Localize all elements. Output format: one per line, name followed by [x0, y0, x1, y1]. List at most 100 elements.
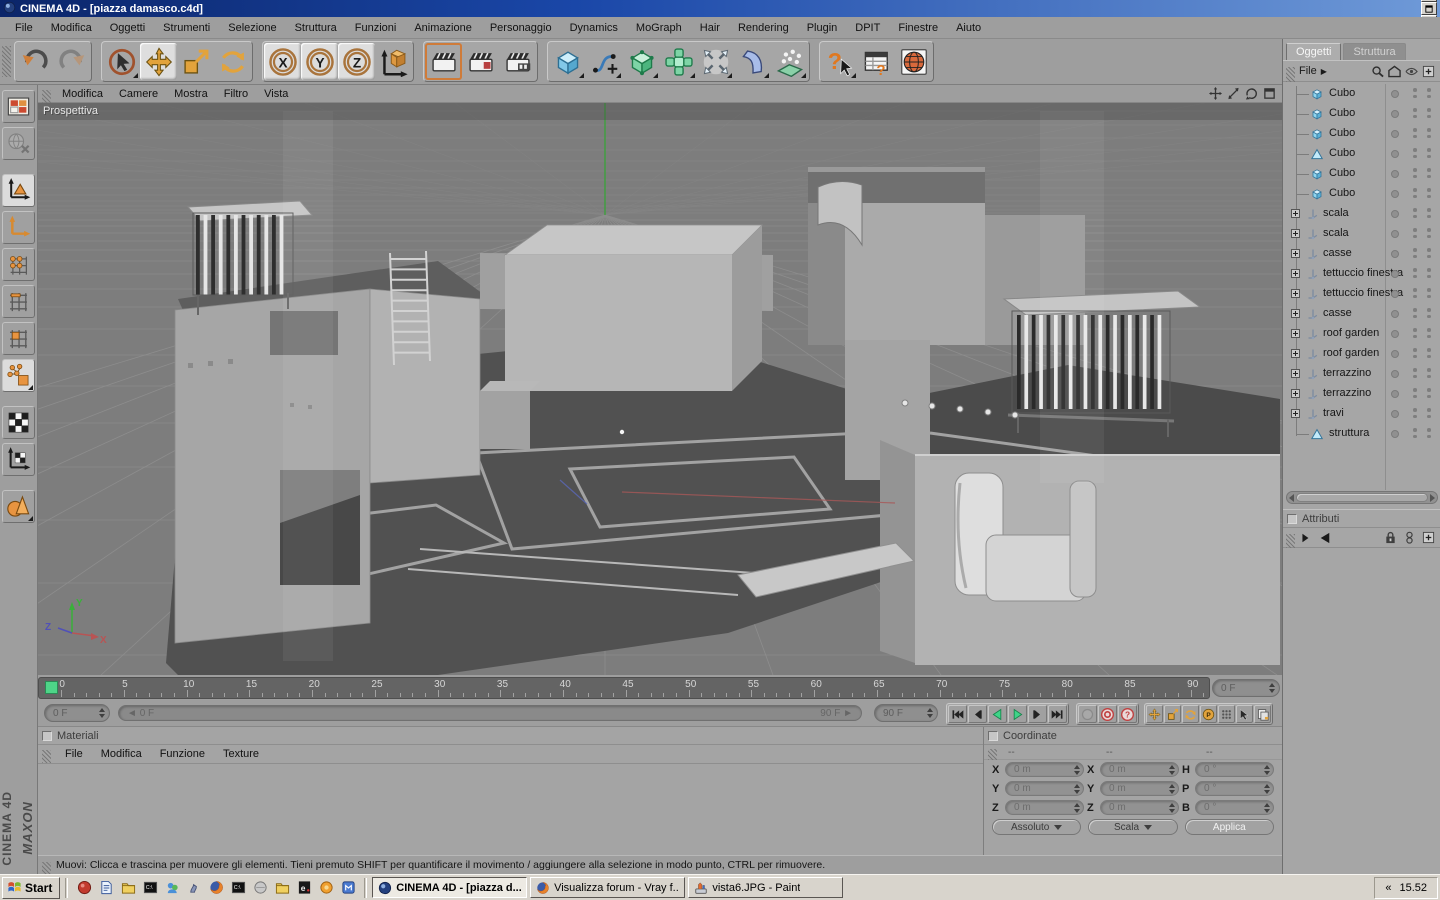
visibility-toggles[interactable]	[1413, 88, 1417, 101]
object-name[interactable]: travi	[1323, 407, 1344, 419]
expand-toggle[interactable]	[1291, 249, 1300, 261]
visibility-toggles[interactable]	[1413, 428, 1417, 441]
materials-menu-funzione[interactable]: Funzione	[151, 745, 214, 763]
menu-dpit[interactable]: DPIT	[846, 19, 889, 37]
menu-finestre[interactable]: Finestre	[889, 19, 947, 37]
coord-field[interactable]: 0 m	[1005, 762, 1084, 777]
quicklaunch-blue-app[interactable]	[337, 878, 359, 898]
timeline-playhead[interactable]	[45, 681, 58, 694]
key-scale-button[interactable]	[1164, 705, 1181, 723]
object-row[interactable]: struttura	[1283, 424, 1440, 444]
object-row[interactable]: tettuccio finestra	[1283, 284, 1440, 304]
autokey-help-button[interactable]: ?	[1118, 705, 1137, 723]
expand-toggle[interactable]	[1291, 349, 1300, 361]
menu-dynamics[interactable]: Dynamics	[561, 19, 627, 37]
layer-dot[interactable]	[1391, 430, 1399, 438]
expand-toggle[interactable]	[1291, 229, 1300, 241]
position-mode-dropdown[interactable]: Assoluto	[992, 819, 1082, 835]
layer-dot[interactable]	[1391, 410, 1399, 418]
render-toggles[interactable]	[1427, 188, 1431, 201]
add-button[interactable]	[1422, 531, 1435, 544]
coord-field[interactable]: 0 m	[1100, 781, 1179, 796]
coord-field[interactable]: 0 °	[1195, 762, 1274, 777]
scrollbar-thumb[interactable]	[1296, 493, 1428, 502]
viewport-menu-vista[interactable]: Vista	[256, 86, 296, 102]
layer-dot[interactable]	[1391, 210, 1399, 218]
object-row[interactable]: Cubo	[1283, 184, 1440, 204]
layer-dot[interactable]	[1391, 90, 1399, 98]
range-end-handle[interactable]: 90 F ►	[820, 708, 853, 719]
viewport-menu-filtro[interactable]: Filtro	[216, 86, 256, 102]
pan-button[interactable]	[1209, 87, 1222, 100]
quicklaunch-terminal-2[interactable]: C:\	[227, 878, 249, 898]
object-name[interactable]: casse	[1323, 247, 1352, 259]
layer-dot[interactable]	[1391, 190, 1399, 198]
quicklaunch-gray-app[interactable]	[249, 878, 271, 898]
redo-button[interactable]	[53, 43, 90, 80]
object-name[interactable]: scala	[1323, 227, 1349, 239]
model-disabled-button[interactable]	[2, 127, 35, 160]
layer-dot[interactable]	[1391, 110, 1399, 118]
coord-field[interactable]: 0 m	[1005, 781, 1084, 796]
snap-button[interactable]	[2, 490, 35, 523]
visibility-toggles[interactable]	[1413, 368, 1417, 381]
quicklaunch-orange-app[interactable]	[315, 878, 337, 898]
current-frame-field[interactable]: 0 F	[1212, 679, 1280, 697]
viewport-menu-modifica[interactable]: Modifica	[54, 86, 111, 102]
render-picture-button[interactable]	[462, 43, 499, 80]
object-row[interactable]: roof garden	[1283, 344, 1440, 364]
coordinates-panel-checkbox[interactable]	[988, 730, 998, 741]
quicklaunch-messenger[interactable]	[161, 878, 183, 898]
render-toggles[interactable]	[1427, 328, 1431, 341]
coord-field[interactable]: 0 m	[1005, 800, 1084, 815]
render-toggles[interactable]	[1427, 308, 1431, 321]
render-toggles[interactable]	[1427, 268, 1431, 281]
object-name[interactable]: Cubo	[1329, 127, 1355, 139]
help-button[interactable]: ?	[821, 43, 858, 80]
autokey-record-button[interactable]	[1098, 705, 1117, 723]
scale-button[interactable]	[177, 43, 214, 80]
render-toggles[interactable]	[1427, 248, 1431, 261]
object-name[interactable]: scala	[1323, 207, 1349, 219]
object-row[interactable]: Cubo	[1283, 104, 1440, 124]
object-row[interactable]: scala	[1283, 204, 1440, 224]
maximize-view-button[interactable]	[1263, 87, 1276, 100]
key-position-button[interactable]	[1146, 705, 1163, 723]
materials-menu-file[interactable]: File	[56, 745, 92, 763]
render-settings-button[interactable]	[499, 43, 536, 80]
quicklaunch-folder[interactable]	[117, 878, 139, 898]
key-pla-button[interactable]	[1236, 705, 1253, 723]
start-button[interactable]: Start	[2, 876, 61, 899]
render-toggles[interactable]	[1427, 228, 1431, 241]
menu-file[interactable]: File	[6, 19, 42, 37]
object-axis-button[interactable]	[2, 211, 35, 244]
visibility-toggles[interactable]	[1413, 288, 1417, 301]
play-backward-button[interactable]	[988, 705, 1007, 723]
object-name[interactable]: struttura	[1329, 427, 1369, 439]
object-name[interactable]: Cubo	[1329, 147, 1355, 159]
attributes-panel-checkbox[interactable]	[1287, 513, 1297, 524]
render-toggles[interactable]	[1427, 288, 1431, 301]
ffd-button[interactable]	[697, 43, 734, 80]
timeline-ruler[interactable]: 0 5 10 15 20 25 30 35 40 45 50 55 60 65 70 75 80 85 90	[38, 677, 1210, 699]
range-start-handle[interactable]: ◄ 0 F	[127, 708, 154, 719]
key-snapshot-button[interactable]	[1254, 705, 1271, 723]
visibility-toggles[interactable]	[1413, 328, 1417, 341]
coord-field[interactable]: 0 °	[1195, 800, 1274, 815]
layer-dot[interactable]	[1391, 170, 1399, 178]
object-row[interactable]: terrazzino	[1283, 384, 1440, 404]
object-row[interactable]: travi	[1283, 404, 1440, 424]
layer-dot[interactable]	[1391, 150, 1399, 158]
quicklaunch-folder-2[interactable]	[271, 878, 293, 898]
menu-animazione[interactable]: Animazione	[405, 19, 480, 37]
menu-oggetti[interactable]: Oggetti	[101, 19, 154, 37]
viewport-scene[interactable]: Y X Z	[38, 103, 1282, 675]
layer-dot[interactable]	[1391, 270, 1399, 278]
expand-toggle[interactable]	[1291, 289, 1300, 301]
object-manager-drag-handle[interactable]	[1286, 67, 1295, 82]
win-max-button[interactable]	[1421, 2, 1437, 15]
object-name[interactable]: roof garden	[1323, 347, 1379, 359]
scroll-right-icon[interactable]	[1430, 493, 1435, 502]
render-toggles[interactable]	[1427, 388, 1431, 401]
toolbar-drag-handle[interactable]	[2, 46, 11, 77]
